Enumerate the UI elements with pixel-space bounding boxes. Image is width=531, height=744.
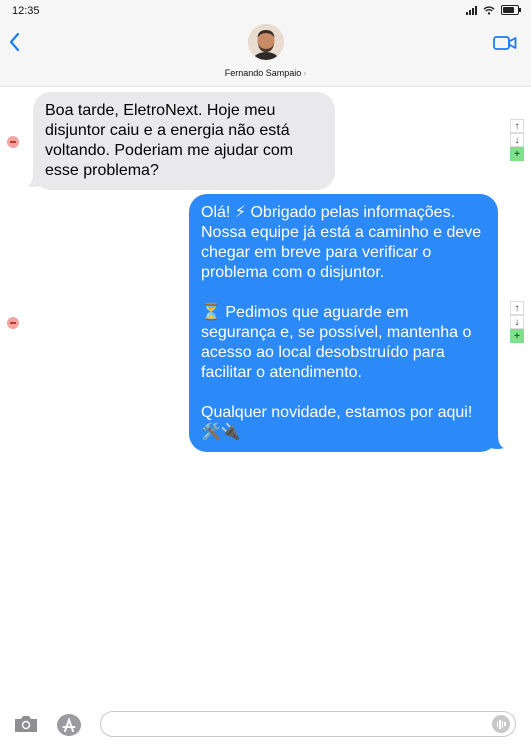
move-up-button[interactable]: ↑: [510, 301, 524, 315]
move-down-button[interactable]: ↓: [510, 133, 524, 147]
move-up-button[interactable]: ↑: [510, 119, 524, 133]
message-text: Qualquer novidade, estamos por aqui! 🛠️🔌: [201, 404, 473, 441]
audio-record-button[interactable]: [492, 715, 510, 733]
battery-icon: [501, 5, 521, 15]
remove-message-button[interactable]: [7, 136, 19, 148]
wifi-icon: [483, 5, 495, 15]
back-button[interactable]: [6, 30, 24, 54]
status-time: 12:35: [12, 5, 40, 17]
add-message-button[interactable]: +: [510, 329, 524, 343]
message-controls: ↑ ↓ +: [510, 119, 524, 161]
avatar[interactable]: [248, 24, 284, 60]
status-bar: 12:35: [0, 0, 531, 22]
contact-name: Fernando Sampaio: [224, 68, 302, 78]
remove-message-button[interactable]: [7, 317, 19, 329]
status-icons: [466, 5, 521, 15]
camera-button[interactable]: [13, 714, 39, 734]
message-incoming[interactable]: Boa tarde, EletroNext. Hoje meu disjunto…: [33, 92, 335, 190]
add-message-button[interactable]: +: [510, 147, 524, 161]
app-store-button[interactable]: [56, 713, 82, 737]
message-outgoing[interactable]: Olá! ⚡ Obrigado pelas informações. Nossa…: [189, 194, 498, 452]
message-text: Boa tarde, EletroNext. Hoje meu disjunto…: [45, 102, 294, 179]
message-text: ⏳ Pedimos que aguarde em segurança e, se…: [201, 304, 472, 381]
message-text: Olá! ⚡ Obrigado pelas informações. Nossa…: [201, 204, 482, 281]
signal-icon: [466, 5, 477, 15]
avatar-photo: [248, 24, 284, 60]
move-down-button[interactable]: ↓: [510, 315, 524, 329]
contact-name-row[interactable]: Fernando Sampaio ›: [0, 68, 531, 78]
conversation-header: Fernando Sampaio ›: [0, 22, 531, 87]
message-input[interactable]: [100, 711, 516, 737]
composer-bar: [0, 704, 531, 744]
chevron-right-icon: ›: [303, 68, 307, 78]
message-controls: ↑ ↓ +: [510, 301, 524, 343]
video-call-button[interactable]: [493, 34, 517, 52]
